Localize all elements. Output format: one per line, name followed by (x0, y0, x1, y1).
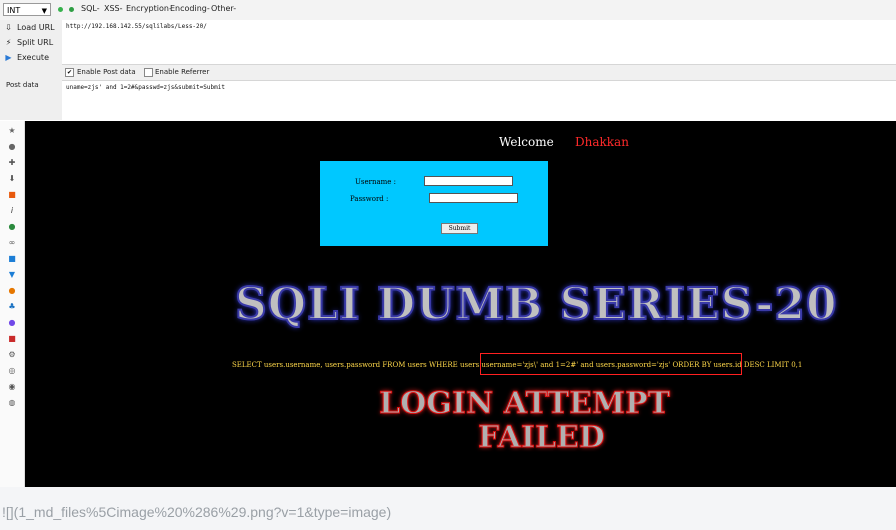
enable-referrer-label[interactable]: Enable Referrer (155, 68, 209, 76)
info-icon[interactable]: i (7, 206, 17, 216)
status-dot-icon (58, 7, 63, 12)
filter-icon[interactable]: ▼ (7, 270, 17, 280)
split-icon: ⚡ (5, 38, 12, 47)
split-url-button[interactable]: ⚡ Split URL (4, 38, 53, 47)
post-data-textarea[interactable]: uname=zjs' and 1=2#&passwd=zjs&submit=Su… (62, 80, 896, 122)
login-failed-line2: FAILED (478, 420, 606, 456)
execute-button[interactable]: ▶ Execute (4, 53, 49, 62)
firefox-icon[interactable]: ● (7, 286, 17, 296)
injection-type-select[interactable]: INT ▼ (3, 3, 51, 16)
clock-icon[interactable]: ● (7, 142, 17, 152)
purple-circle-icon[interactable]: ● (7, 318, 17, 328)
load-icon: ⇩ (5, 23, 12, 32)
password-label: Password : (350, 195, 389, 203)
load-url-button[interactable]: ⇩ Load URL (4, 23, 55, 32)
menu-other[interactable]: Other- (211, 4, 236, 13)
post-data-value: uname=zjs' and 1=2#&passwd=zjs&submit=Su… (66, 84, 225, 91)
chevron-down-icon: ▼ (41, 7, 47, 15)
login-failed-line1: LOGIN ATTEMPT (379, 386, 671, 422)
username-label: Username : (355, 178, 397, 186)
image-caption-text: ![](1_md_files%5Cimage%20%286%29.png?v=1… (2, 504, 392, 520)
bulb-icon[interactable]: ◉ (7, 382, 17, 392)
series-banner: SQLI DUMB SERIES-20 (234, 278, 838, 331)
menu-encoding[interactable]: Encoding- (170, 4, 210, 13)
menu-sql[interactable]: SQL- (81, 4, 100, 13)
glasses-icon[interactable]: ∞ (7, 238, 17, 248)
injection-type-value: INT (7, 6, 21, 15)
post-data-label: Post data (6, 81, 39, 89)
url-textarea[interactable]: http://192.168.142.55/sqlilabs/Less-20/ (62, 20, 896, 65)
browser-sidebar: ★ ● ✚ ⬇ ■ i ● ∞ ■ ▼ ● ♣ ● ■ ⚙ ◎ ◉ ◍ (0, 121, 25, 487)
submit-button[interactable]: Submit (441, 223, 478, 234)
username-input[interactable] (424, 176, 513, 186)
menu-encryption[interactable]: Encryption- (126, 4, 172, 13)
web-page-viewport: Welcome Dhakkan Username : Password : Su… (25, 121, 896, 487)
green-circle-icon[interactable]: ● (7, 222, 17, 232)
options-bar: ✔ Enable Post data Enable Referrer (62, 65, 896, 80)
hackbar-actions: ⇩ Load URL ⚡ Split URL ▶ Execute (0, 20, 63, 120)
tool-icon[interactable]: ◎ (7, 366, 17, 376)
star-icon[interactable]: ★ (7, 126, 17, 136)
enable-post-label[interactable]: Enable Post data (77, 68, 136, 76)
execute-label: Execute (17, 53, 49, 62)
enable-referrer-checkbox[interactable] (144, 68, 153, 77)
red-square-icon[interactable]: ■ (7, 334, 17, 344)
globe-icon[interactable]: ◍ (7, 398, 17, 408)
split-url-label: Split URL (17, 38, 54, 47)
markdown-caption: ![](1_md_files%5Cimage%20%286%29.png?v=1… (0, 487, 896, 530)
load-url-label: Load URL (17, 23, 55, 32)
password-input[interactable] (429, 193, 518, 203)
welcome-text: Welcome (499, 135, 554, 149)
figure-icon[interactable]: ♣ (7, 302, 17, 312)
check-icon: ✔ (66, 69, 73, 76)
puzzle-icon[interactable]: ✚ (7, 158, 17, 168)
settings-icon[interactable]: ⚙ (7, 350, 17, 360)
sql-highlight-box (480, 353, 742, 375)
play-icon: ▶ (5, 53, 12, 62)
blue-square-icon[interactable]: ■ (7, 254, 17, 264)
user-name: Dhakkan (575, 135, 629, 149)
menu-xss[interactable]: XSS- (104, 4, 123, 13)
enable-post-checkbox[interactable]: ✔ (65, 68, 74, 77)
url-value: http://192.168.142.55/sqlilabs/Less-20/ (66, 23, 207, 30)
download-icon[interactable]: ⬇ (7, 174, 17, 184)
login-form: Username : Password : Submit (320, 161, 548, 246)
status-dot-icon (69, 7, 74, 12)
html5-icon[interactable]: ■ (7, 190, 17, 200)
hackbar-toolbar: INT ▼ SQL- XSS- Encryption- Encoding- Ot… (0, 0, 896, 21)
